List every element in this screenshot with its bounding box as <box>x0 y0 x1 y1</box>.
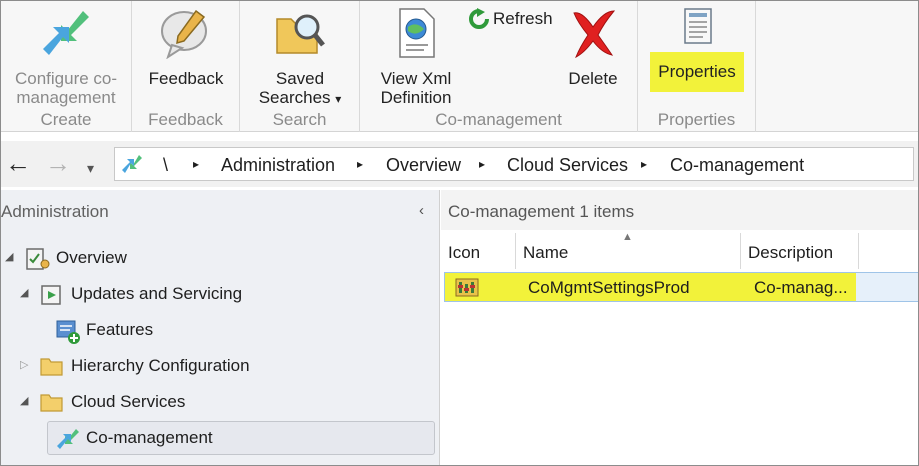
collapsed-arrow-icon[interactable]: ▷ <box>20 358 28 371</box>
breadcrumb-cloud-services[interactable]: Cloud Services <box>507 155 628 176</box>
tree-item-features[interactable]: Features <box>1 316 431 346</box>
saved-searches-dropdown-icon: ▾ <box>335 92 342 106</box>
ribbon-group-label-create: Create <box>40 110 92 129</box>
ribbon-group-feedback: Feedback Feedback <box>132 1 240 132</box>
view-xml-label-2: Definition <box>380 88 452 107</box>
xml-document-icon <box>366 7 466 63</box>
saved-searches-label-text: Searches <box>258 88 331 107</box>
collapse-pane-icon[interactable]: ‹ <box>419 202 424 219</box>
expanded-arrow-icon[interactable]: ◢ <box>5 250 13 263</box>
configure-comanagement-icon <box>5 7 127 63</box>
column-header-description[interactable]: Description <box>741 233 859 269</box>
features-icon <box>55 319 81 350</box>
breadcrumb-separator[interactable]: ▸ <box>479 157 485 171</box>
comanagement-icon <box>56 427 80 456</box>
ribbon-group-properties: Properties Properties <box>638 1 756 132</box>
view-xml-label-1: View Xml <box>380 69 452 88</box>
folder-icon <box>40 391 64 418</box>
delete-button[interactable]: Delete <box>556 7 630 88</box>
refresh-button[interactable]: Refresh <box>468 8 554 32</box>
ribbon-group-search: Saved Searches ▾ Search <box>240 1 360 132</box>
results-pane: Co-management 1 items ▲ Icon Name Descri… <box>441 190 918 465</box>
feedback-button[interactable]: Feedback <box>140 7 232 88</box>
properties-label: Properties <box>658 62 736 81</box>
ribbon-group-label-search: Search <box>272 110 327 129</box>
address-bar: ← → ▾ \ ▸ Administration ▸ Overview ▸ Cl… <box>1 141 918 187</box>
ribbon-group-create: Configure co- management Create <box>1 1 132 132</box>
delete-label: Delete <box>568 69 618 88</box>
updates-servicing-icon <box>40 283 64 312</box>
view-xml-definition-button[interactable]: View Xml Definition <box>366 7 466 107</box>
saved-searches-label-2: Searches ▾ <box>250 88 350 109</box>
refresh-label: Refresh <box>493 9 553 28</box>
ribbon-group-label-feedback: Feedback <box>148 110 223 129</box>
feedback-bubble-icon <box>140 7 232 63</box>
tree-item-label: Updates and Servicing <box>71 284 243 303</box>
back-arrow-icon[interactable]: ← <box>5 149 31 177</box>
forward-arrow-icon[interactable]: → <box>45 149 71 177</box>
tree-item-updates-and-servicing[interactable]: ◢ Updates and Servicing <box>1 280 431 310</box>
refresh-icon <box>468 8 490 34</box>
cell-name: CoMgmtSettingsProd <box>528 278 690 297</box>
navigation-pane-header: Administration <box>1 202 109 221</box>
saved-searches-label-1: Saved <box>275 69 325 88</box>
expanded-arrow-icon[interactable]: ◢ <box>20 286 28 299</box>
breadcrumb[interactable]: \ ▸ Administration ▸ Overview ▸ Cloud Se… <box>114 147 914 181</box>
folder-icon <box>40 355 64 382</box>
console-window: Configure co- management Create Feedback… <box>0 0 919 466</box>
table-row[interactable]: CoMgmtSettingsProd Co-manag... <box>444 272 918 303</box>
breadcrumb-overview[interactable]: Overview <box>386 155 461 176</box>
breadcrumb-separator[interactable]: ▸ <box>193 157 199 171</box>
ribbon-group-label-properties: Properties <box>657 110 736 129</box>
history-dropdown-icon[interactable]: ▾ <box>87 154 94 182</box>
tree-item-comanagement[interactable]: Co-management <box>47 421 435 455</box>
breadcrumb-separator[interactable]: ▸ <box>357 157 363 171</box>
saved-searches-button[interactable]: Saved Searches ▾ <box>250 7 350 109</box>
results-title: Co-management 1 items <box>448 202 635 221</box>
configure-comanagement-button[interactable]: Configure co- management <box>5 7 127 107</box>
overview-icon <box>25 247 51 276</box>
breadcrumb-comanagement[interactable]: Co-management <box>670 155 804 176</box>
tree-item-label: Hierarchy Configuration <box>71 356 250 375</box>
expanded-arrow-icon[interactable]: ◢ <box>20 394 28 407</box>
column-header-icon[interactable]: Icon <box>441 233 516 269</box>
configure-comanagement-label-1: Configure co- <box>14 69 118 88</box>
column-header-label: Icon <box>448 243 481 262</box>
ribbon-group-comanagement: View Xml Definition Refresh Delete Co-ma… <box>360 1 638 132</box>
cell-description: Co-manag... <box>754 278 848 297</box>
configure-comanagement-label-2: management <box>16 88 116 107</box>
tree-item-label: Overview <box>56 248 127 267</box>
properties-icon <box>642 7 752 51</box>
properties-button[interactable]: Properties <box>642 7 752 95</box>
column-header-name[interactable]: Name <box>516 233 741 269</box>
tree-item-overview[interactable]: ◢ Overview <box>1 244 431 274</box>
tree-item-hierarchy-configuration[interactable]: ▷ Hierarchy Configuration <box>1 352 431 382</box>
breadcrumb-separator[interactable]: ▸ <box>641 157 647 171</box>
results-header: Co-management 1 items <box>441 190 918 230</box>
ribbon-group-label-comanagement: Co-management <box>435 110 562 129</box>
saved-searches-icon <box>250 7 350 63</box>
breadcrumb-administration[interactable]: Administration <box>221 155 335 176</box>
tree-item-label: Cloud Services <box>71 392 186 411</box>
comanagement-node-icon <box>121 153 143 180</box>
column-header-label: Name <box>523 243 569 262</box>
navigation-pane: Administration ‹ ◢ Overview ◢ Updates an… <box>1 190 440 465</box>
column-header-label: Description <box>748 243 834 262</box>
delete-icon <box>556 7 630 63</box>
breadcrumb-root[interactable]: \ <box>163 155 168 176</box>
feedback-label: Feedback <box>148 69 224 88</box>
ribbon: Configure co- management Create Feedback… <box>1 1 918 132</box>
comanagement-settings-icon <box>455 276 481 303</box>
tree-item-label: Co-management <box>86 428 213 447</box>
tree-item-label: Features <box>86 320 154 339</box>
tree-item-cloud-services[interactable]: ◢ Cloud Services <box>1 388 431 418</box>
